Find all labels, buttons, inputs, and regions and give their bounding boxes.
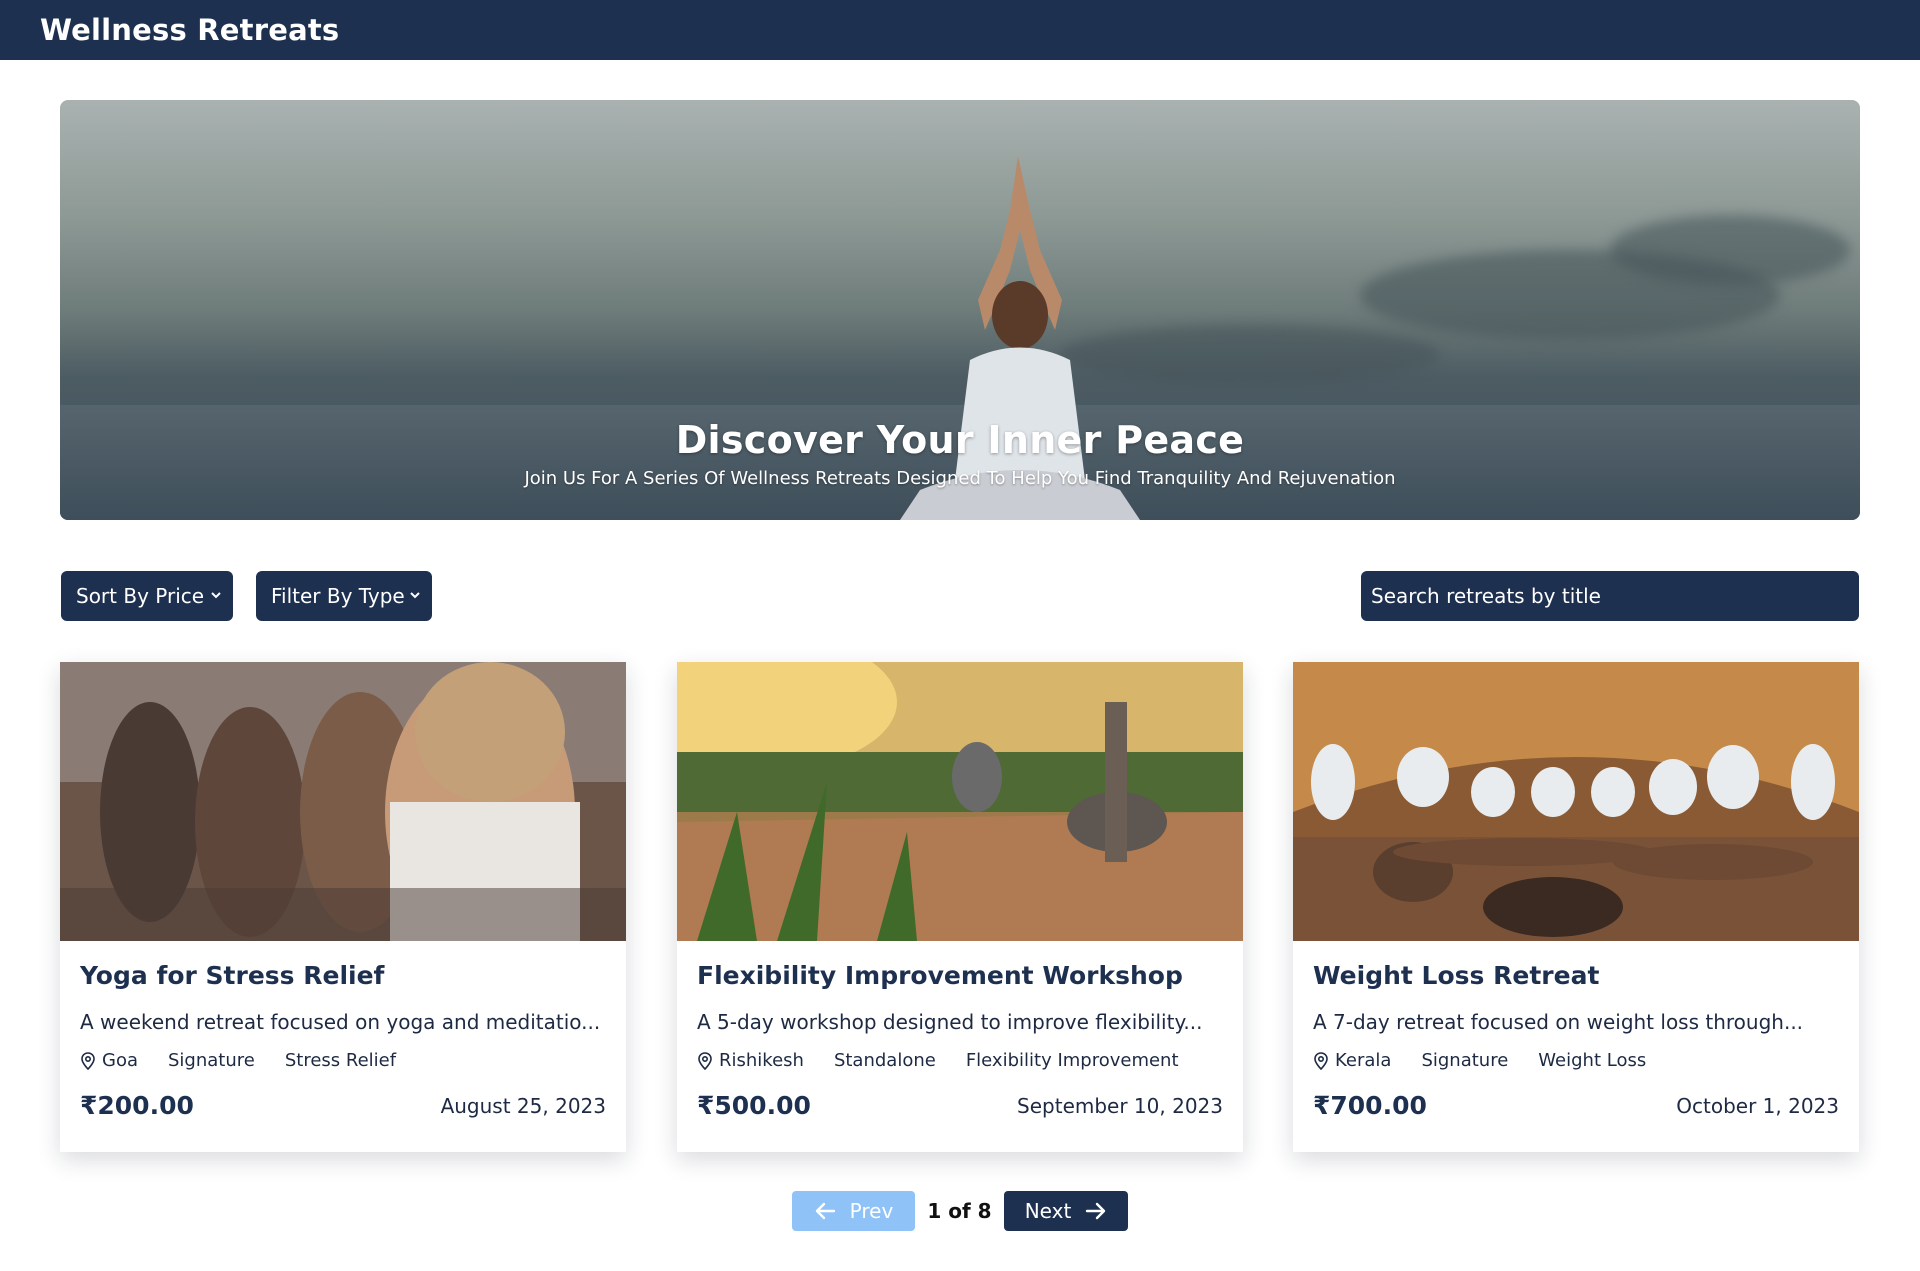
filter-select-label: Filter By Type [271, 584, 405, 608]
retreat-title[interactable]: Yoga for Stress Relief [80, 961, 606, 990]
chevron-down-icon [211, 592, 221, 599]
filter-bar: Sort By Price Filter By Type [61, 571, 1859, 621]
retreat-location: Rishikesh [697, 1050, 804, 1071]
retreat-card[interactable]: Weight Loss Retreat A 7-day retreat focu… [1293, 662, 1859, 1152]
app-title[interactable]: Wellness Retreats [40, 13, 339, 47]
retreat-image [60, 662, 626, 941]
page-indicator: 1 of 8 [927, 1199, 992, 1223]
retreat-description: A 7-day retreat focused on weight loss t… [1313, 1010, 1804, 1034]
retreat-list: Yoga for Stress Relief A weekend retreat… [60, 662, 1860, 1152]
location-pin-icon [698, 1051, 712, 1070]
retreat-price: ₹500.00 [697, 1091, 811, 1120]
retreat-price: ₹700.00 [1313, 1091, 1427, 1120]
chevron-down-icon [410, 592, 420, 599]
hero-banner: Discover Your Inner Peace Join Us For A … [60, 100, 1860, 520]
prev-label: Prev [849, 1199, 894, 1223]
retreat-description: A weekend retreat focused on yoga and me… [80, 1010, 601, 1034]
arrow-left-icon [815, 1202, 835, 1220]
retreat-type: Standalone [833, 1050, 936, 1071]
location-text: Rishikesh [719, 1050, 804, 1071]
next-page-button[interactable]: Next [1004, 1191, 1128, 1231]
retreat-title[interactable]: Weight Loss Retreat [1313, 961, 1839, 990]
retreat-tag: Stress Relief [284, 1050, 397, 1071]
retreat-type: Signature [168, 1050, 255, 1071]
location-pin-icon [1314, 1051, 1328, 1070]
retreat-price: ₹200.00 [80, 1091, 194, 1120]
retreat-location: Kerala [1313, 1050, 1391, 1071]
retreat-date: October 1, 2023 [1676, 1093, 1839, 1118]
sort-select-label: Sort By Price [76, 584, 205, 608]
retreat-tag: Weight Loss [1538, 1050, 1647, 1071]
retreat-image [1293, 662, 1859, 941]
hero-cloud [1610, 215, 1850, 285]
retreat-image [677, 662, 1243, 941]
app-header: Wellness Retreats [0, 0, 1920, 60]
retreat-description: A 5-day workshop designed to improve fle… [697, 1010, 1203, 1034]
sort-by-price-select[interactable]: Sort By Price [61, 571, 233, 621]
pagination: Prev 1 of 8 Next [792, 1191, 1128, 1231]
retreat-tag: Flexibility Improvement [965, 1050, 1179, 1071]
prev-page-button[interactable]: Prev [792, 1191, 915, 1231]
retreat-title[interactable]: Flexibility Improvement Workshop [697, 961, 1223, 990]
retreat-date: August 25, 2023 [440, 1093, 606, 1118]
retreat-date: September 10, 2023 [1017, 1093, 1223, 1118]
location-text: Goa [102, 1050, 138, 1071]
hero-subtitle: Join Us For A Series Of Wellness Retreat… [524, 468, 1396, 489]
retreat-card[interactable]: Flexibility Improvement Workshop A 5-day… [677, 662, 1243, 1152]
retreat-location: Goa [80, 1050, 138, 1071]
location-text: Kerala [1335, 1050, 1392, 1071]
search-input[interactable] [1361, 571, 1859, 621]
retreat-type: Signature [1421, 1050, 1509, 1071]
filter-by-type-select[interactable]: Filter By Type [256, 571, 432, 621]
retreat-card[interactable]: Yoga for Stress Relief A weekend retreat… [60, 662, 626, 1152]
next-label: Next [1024, 1199, 1072, 1223]
location-pin-icon [81, 1051, 95, 1070]
hero-title: Discover Your Inner Peace [675, 418, 1245, 462]
arrow-right-icon [1086, 1202, 1106, 1220]
